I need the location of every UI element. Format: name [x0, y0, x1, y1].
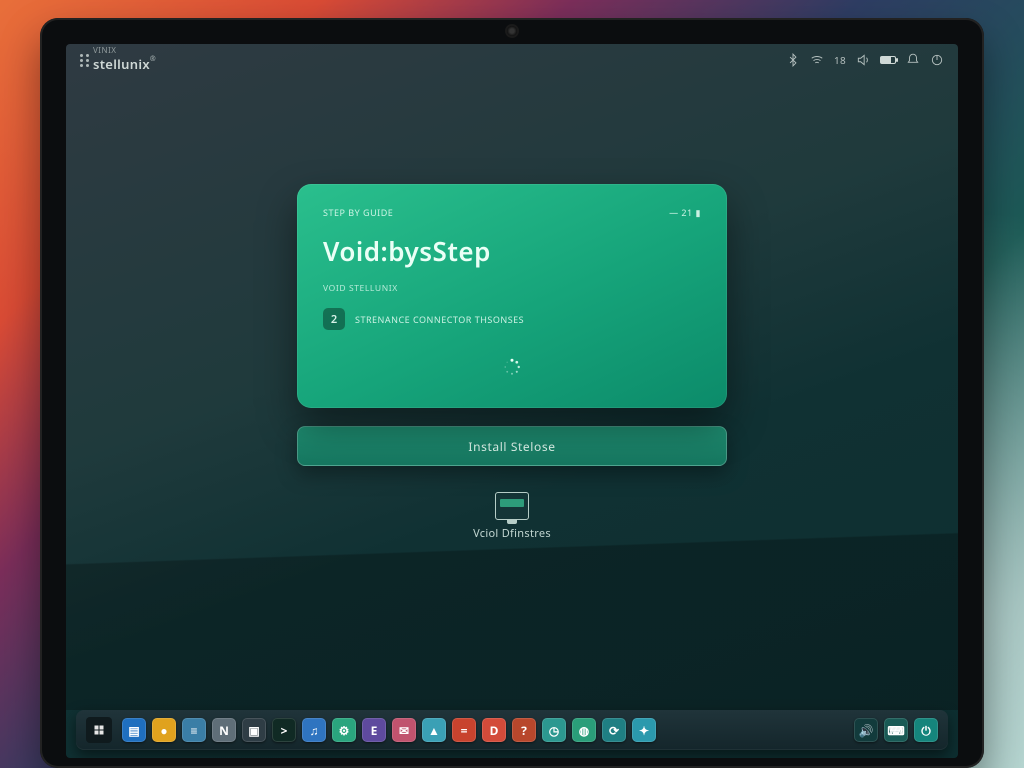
panel-left: VINIX stellunix® [80, 47, 156, 73]
installer-subtitle: VOID STELLUNIX [323, 283, 701, 294]
os-screen: VINIX stellunix® 18 STEP BY GUIDE ― 21 ▮ [66, 44, 958, 758]
taskbar-right: 🔊⌨⏻ [854, 718, 938, 742]
volume-icon[interactable] [856, 53, 870, 67]
installer-title: Void:bysStep [323, 233, 701, 269]
monitor-icon [495, 492, 529, 520]
taskbar-app-files[interactable]: ▤ [122, 718, 146, 742]
taskbar-app-settings[interactable]: ⚙ [332, 718, 356, 742]
taskbar: ▤●≡N▣>♫⚙E✉▲=D?◷◍⟳✦ 🔊⌨⏻ [76, 710, 948, 750]
start-button[interactable] [86, 717, 112, 743]
tray-percent: 18 [834, 53, 846, 67]
taskbar-app-terminal[interactable]: > [272, 718, 296, 742]
activities-icon[interactable] [80, 54, 83, 67]
taskbar-tray-volume[interactable]: 🔊 [854, 718, 878, 742]
taskbar-app-mail[interactable]: ✉ [392, 718, 416, 742]
taskbar-app-music[interactable]: ♫ [302, 718, 326, 742]
wifi-icon[interactable] [810, 53, 824, 67]
installer-step-row: 2 STRENANCE CONNECTOR THSONSES [323, 308, 701, 330]
taskbar-app-help[interactable]: ? [512, 718, 536, 742]
step-description: STRENANCE CONNECTOR THSONSES [355, 313, 524, 326]
taskbar-app-calc[interactable]: = [452, 718, 476, 742]
top-panel: VINIX stellunix® 18 [66, 44, 958, 76]
desktop-shortcut-label: Vciol Dfinstres [473, 526, 551, 541]
system-tray: 18 [786, 53, 944, 67]
taskbar-tray-power[interactable]: ⏻ [914, 718, 938, 742]
step-number-badge: 2 [323, 308, 345, 330]
desktop-shortcut[interactable]: Vciol Dfinstres [473, 492, 551, 541]
bluetooth-icon[interactable] [786, 53, 800, 67]
card-header: STEP BY GUIDE ― 21 ▮ [323, 206, 701, 219]
taskbar-tray-keyboard[interactable]: ⌨ [884, 718, 908, 742]
taskbar-app-photos[interactable]: ▲ [422, 718, 446, 742]
brand-subtext: VINIX [93, 47, 156, 55]
taskbar-app-web[interactable]: ≡ [182, 718, 206, 742]
battery-icon[interactable] [880, 56, 896, 64]
taskbar-apps: ▤●≡N▣>♫⚙E✉▲=D?◷◍⟳✦ [86, 717, 656, 743]
loading-spinner-icon [503, 358, 521, 376]
notifications-icon[interactable] [906, 53, 920, 67]
taskbar-app-disk[interactable]: ◍ [572, 718, 596, 742]
taskbar-app-docs[interactable]: D [482, 718, 506, 742]
taskbar-app-store[interactable]: ▣ [242, 718, 266, 742]
webcam-icon [507, 26, 517, 36]
brand-name: stellunix® [93, 55, 156, 73]
taskbar-app-notes[interactable]: N [212, 718, 236, 742]
taskbar-app-chat[interactable]: ● [152, 718, 176, 742]
installer-container: STEP BY GUIDE ― 21 ▮ Void:bysStep VOID S… [297, 184, 727, 541]
taskbar-app-update[interactable]: ⟳ [602, 718, 626, 742]
install-button[interactable]: Install Stelose [297, 426, 727, 466]
card-status-right: ― 21 ▮ [669, 206, 701, 219]
taskbar-app-network[interactable]: ✦ [632, 718, 656, 742]
installer-card: STEP BY GUIDE ― 21 ▮ Void:bysStep VOID S… [297, 184, 727, 408]
taskbar-app-monitor[interactable]: ◷ [542, 718, 566, 742]
power-menu-icon[interactable] [930, 53, 944, 67]
monitor-bezel: VINIX stellunix® 18 STEP BY GUIDE ― 21 ▮ [40, 18, 984, 768]
card-kicker: STEP BY GUIDE [323, 206, 393, 219]
brand-block: VINIX stellunix® [93, 47, 156, 73]
taskbar-app-editor[interactable]: E [362, 718, 386, 742]
